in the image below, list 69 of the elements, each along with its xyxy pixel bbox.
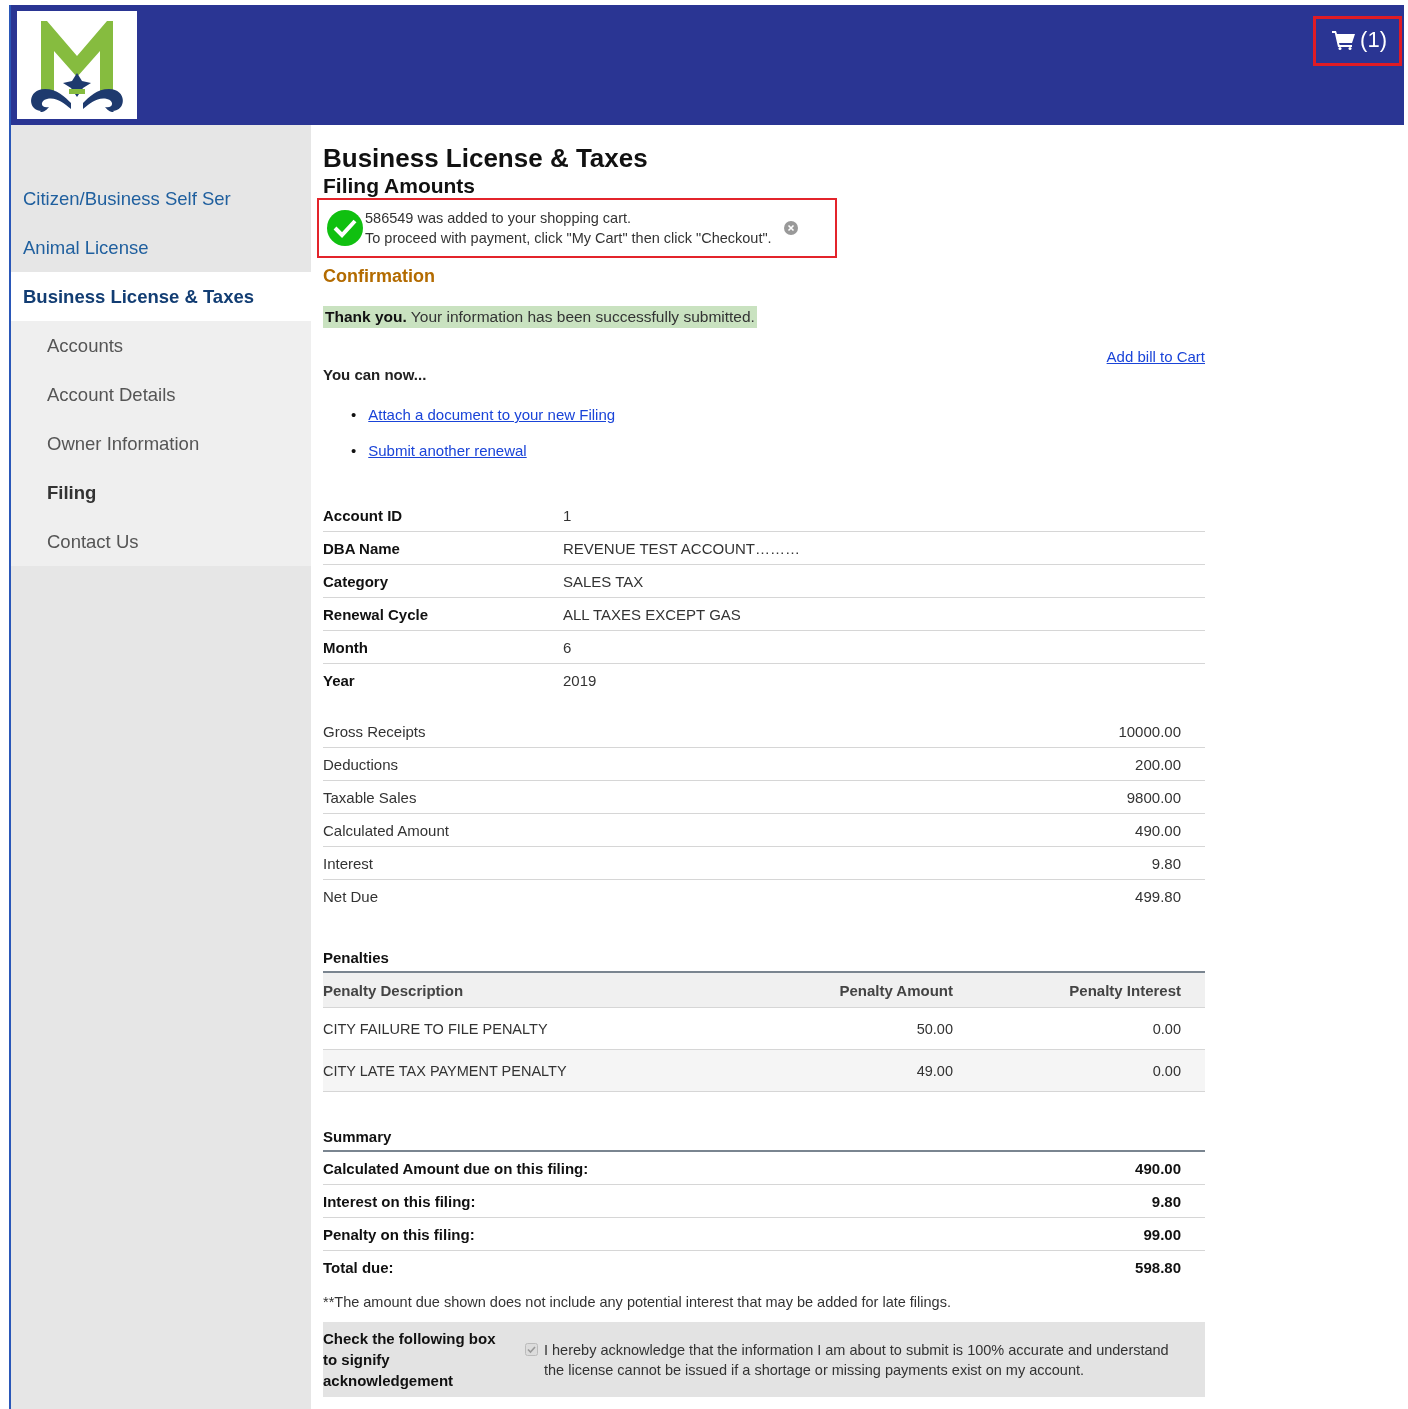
table-cell-text: 0.00 [1151,1020,1182,1037]
field-value: REVENUE TEST ACCOUNT……… [563,539,800,557]
field-value: 499.80 [1135,888,1181,905]
nav-item[interactable]: Animal License [11,223,311,272]
next-steps-heading: You can now... [323,366,427,383]
field-value: 6 [563,638,572,656]
action-link[interactable]: Attach a document to your new Filing [368,406,616,423]
nav-subitem[interactable]: Contact Us [11,517,311,566]
field-value: 10000.00 [1118,722,1181,740]
table-cell-text: CITY FAILURE TO FILE PENALTY [323,1020,549,1037]
field-value: 598.80 [1135,1259,1181,1276]
table-cell-text: CITY LATE TAX PAYMENT PENALTY [323,1062,568,1079]
field-value: 200.00 [1135,755,1181,773]
action-link[interactable]: Submit another renewal [368,442,527,459]
field-label: Interest on this filing: [323,1192,476,1210]
nav-subitem[interactable]: Accounts [11,321,311,370]
field-value: 1 [563,506,572,524]
page-title: Business License & Taxes [323,142,649,174]
table-cell-text: 50.00 [915,1020,954,1037]
bullet: • [351,406,357,423]
acknowledgement-label: Check the following box to signify acknowledgement [323,1329,497,1391]
field-label: DBA Name [323,539,401,557]
close-icon[interactable] [783,221,798,235]
column-header: Penalty Interest [1068,981,1182,999]
nav-subitem[interactable]: Account Details [11,370,311,419]
field-label: Gross Receipts [323,722,426,740]
nav-subitem[interactable]: Owner Information [11,419,311,468]
field-value: 490.00 [1135,821,1181,839]
field-label: Total due: [323,1259,394,1276]
field-value: 99.00 [1143,1225,1181,1243]
success-message: Thank you. Your information has been successfully submitted. [323,306,757,328]
section-title: Filing Amounts [323,174,476,198]
summary-heading: Summary [323,1128,1205,1152]
check-icon [327,210,363,246]
field-label: Account ID [323,506,404,524]
nav-item[interactable]: Business License & Taxes [11,272,311,321]
column-header: Penalty Amount [838,981,954,999]
table-cell-text: 49.00 [915,1062,954,1079]
add-bill-link[interactable]: Add bill to Cart [1106,348,1205,365]
field-label: Month [323,638,369,656]
table-cell-text: 0.00 [1151,1062,1182,1079]
field-label: Interest [323,854,374,872]
field-value: 490.00 [1135,1159,1181,1177]
field-label: Calculated Amount [323,821,449,839]
footnote: **The amount due shown does not include any potential interest that may be added for late filings. [323,1294,952,1310]
cart-icon [1332,30,1357,50]
field-label: Penalty on this filing: [323,1225,475,1243]
field-value: 9800.00 [1126,788,1181,806]
cart-button[interactable]: (1) [1313,16,1402,66]
field-value: 9.80 [1151,854,1181,872]
field-label: Net Due [323,888,379,905]
field-label: Deductions [323,755,399,773]
field-value: 2019 [563,672,597,689]
field-value: ALL TAXES EXCEPT GAS [563,605,741,623]
notification-text: To proceed with payment, click "My Cart" then click "Checkout". [365,229,772,248]
field-value: 9.80 [1151,1192,1181,1210]
field-label: Category [323,572,390,590]
bullet: • [351,442,357,459]
nav-item[interactable]: Citizen/Business Self Ser [11,174,311,223]
column-header: Penalty Description [323,981,465,999]
field-label: Taxable Sales [323,788,417,806]
nav-subitem[interactable]: Filing [11,468,311,517]
field-label: Renewal Cycle [323,605,430,623]
field-value: SALES TAX [563,572,644,590]
field-label: Calculated Amount due on this filing: [323,1159,589,1177]
field-label: Year [323,672,356,689]
notification-text: 586549 was added to your shopping cart. [365,209,633,228]
acknowledgement-text: I hereby acknowledge that the information I am about to submit is 100% accurate and understand the license cannot be issued if a shortage or missing payments exist on my account. [544,1341,1170,1380]
confirmation-heading: Confirmation [323,265,436,288]
